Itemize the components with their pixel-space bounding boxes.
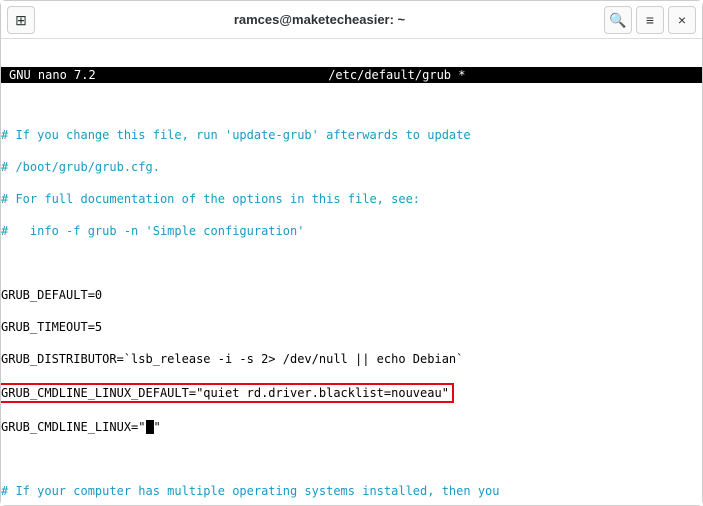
file-line: # /boot/grub/grub.cfg. bbox=[1, 159, 698, 175]
highlighted-line: GRUB_CMDLINE_LINUX_DEFAULT="quiet rd.dri… bbox=[1, 383, 698, 403]
file-line: # For full documentation of the options … bbox=[1, 191, 698, 207]
search-button[interactable]: 🔍 bbox=[604, 6, 632, 34]
window-titlebar: ⊞ ramces@maketecheasier: ~ 🔍 ≡ × bbox=[1, 1, 702, 39]
file-line: # info -f grub -n 'Simple configuration' bbox=[1, 223, 698, 239]
nano-header: GNU nano 7.2 /etc/default/grub * bbox=[1, 67, 702, 83]
nano-version: GNU nano 7.2 bbox=[5, 67, 96, 83]
highlight-box: GRUB_CMDLINE_LINUX_DEFAULT="quiet rd.dri… bbox=[1, 383, 454, 403]
file-line: # If you change this file, run 'update-g… bbox=[1, 127, 698, 143]
new-tab-button[interactable]: ⊞ bbox=[7, 6, 35, 34]
cursor-line: GRUB_CMDLINE_LINUX="" bbox=[1, 419, 698, 435]
file-line: GRUB_DISTRIBUTOR=`lsb_release -i -s 2> /… bbox=[1, 351, 698, 367]
terminal-area[interactable]: GNU nano 7.2 /etc/default/grub * # If yo… bbox=[1, 39, 702, 505]
close-icon: × bbox=[678, 13, 686, 27]
file-line: GRUB_TIMEOUT=5 bbox=[1, 319, 698, 335]
close-button[interactable]: × bbox=[668, 6, 696, 34]
nano-filepath: /etc/default/grub * bbox=[96, 67, 698, 83]
search-icon: 🔍 bbox=[609, 13, 626, 27]
plus-icon: ⊞ bbox=[15, 13, 27, 27]
text-cursor bbox=[146, 420, 154, 434]
editor-content: # If you change this file, run 'update-g… bbox=[1, 111, 702, 505]
file-line: GRUB_DEFAULT=0 bbox=[1, 287, 698, 303]
menu-button[interactable]: ≡ bbox=[636, 6, 664, 34]
hamburger-icon: ≡ bbox=[646, 13, 654, 27]
file-line: # If your computer has multiple operatin… bbox=[1, 483, 698, 499]
window-title: ramces@maketecheasier: ~ bbox=[35, 12, 604, 27]
